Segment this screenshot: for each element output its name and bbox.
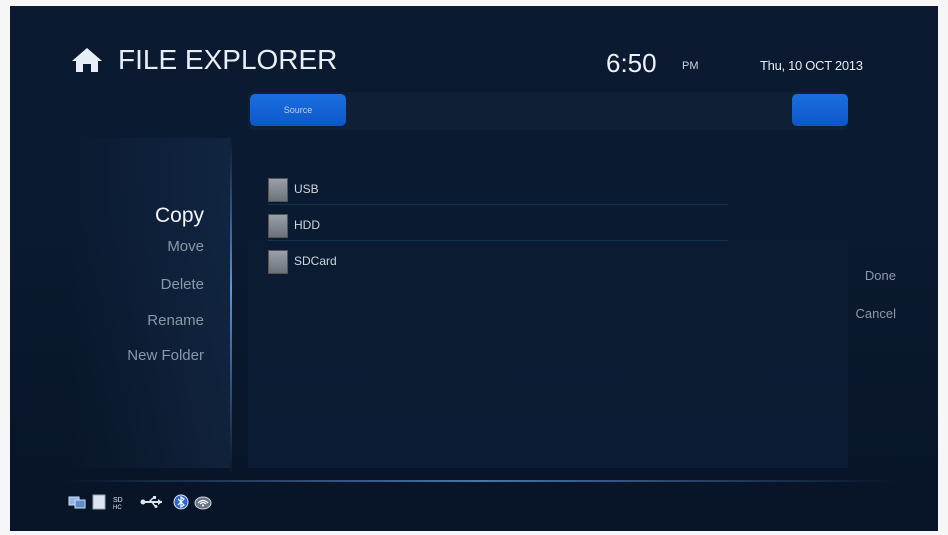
clock-time: 6:50 bbox=[606, 48, 657, 78]
menu-divider bbox=[230, 136, 232, 476]
svg-text:SD: SD bbox=[113, 497, 123, 504]
bottom-divider bbox=[62, 480, 898, 482]
menu-item-rename[interactable]: Rename bbox=[147, 312, 204, 329]
drive-icon bbox=[268, 178, 288, 202]
drive-icon bbox=[268, 250, 288, 274]
network-icon bbox=[68, 494, 86, 510]
page-title: FILE EXPLORER bbox=[118, 44, 338, 75]
clock-ampm: PM bbox=[682, 60, 699, 72]
source-tab[interactable]: Source bbox=[250, 94, 346, 126]
file-item-usb[interactable]: USB bbox=[268, 178, 728, 205]
menu-panel bbox=[70, 138, 230, 468]
file-label: SDCard bbox=[294, 254, 337, 268]
home-icon[interactable] bbox=[70, 46, 104, 74]
destination-tab[interactable] bbox=[792, 94, 848, 126]
wifi-icon bbox=[194, 494, 212, 510]
sdhc-icon: SD HC bbox=[112, 494, 130, 511]
svg-text:HC: HC bbox=[113, 505, 122, 510]
menu-item-move[interactable]: Move bbox=[167, 238, 204, 255]
menu-item-delete[interactable]: Delete bbox=[161, 276, 204, 293]
date-display: Thu, 10 OCT 2013 bbox=[760, 58, 863, 73]
storage-icon bbox=[90, 494, 108, 510]
bluetooth-icon bbox=[172, 494, 190, 510]
usb-icon bbox=[140, 494, 166, 510]
file-item-hdd[interactable]: HDD bbox=[268, 214, 728, 241]
cancel-button[interactable]: Cancel bbox=[856, 306, 896, 321]
drive-icon bbox=[268, 214, 288, 238]
file-label: HDD bbox=[294, 218, 320, 232]
file-item-sdcard[interactable]: SDCard bbox=[268, 250, 728, 276]
menu-item-copy[interactable]: Copy bbox=[155, 204, 204, 228]
done-button[interactable]: Done bbox=[865, 268, 896, 283]
screen: FILE EXPLORER 6:50 PM Thu, 10 OCT 2013 S… bbox=[10, 6, 938, 531]
menu-item-new-folder[interactable]: New Folder bbox=[127, 347, 204, 364]
file-label: USB bbox=[294, 182, 319, 196]
